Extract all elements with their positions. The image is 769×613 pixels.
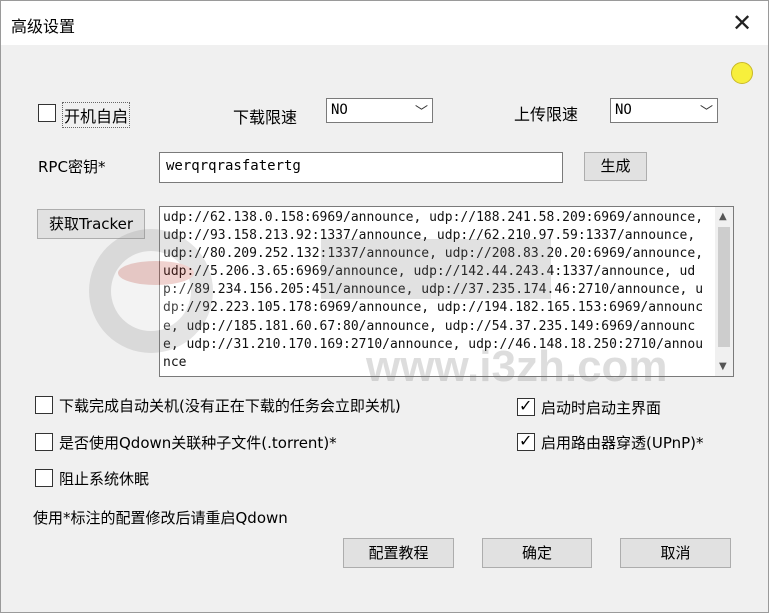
- cancel-button[interactable]: 取消: [620, 538, 731, 568]
- download-limit-value: NO: [331, 102, 348, 118]
- generate-button[interactable]: 生成: [584, 152, 647, 181]
- tutorial-button[interactable]: 配置教程: [343, 538, 454, 568]
- scroll-down-icon[interactable]: ▼: [719, 361, 727, 372]
- ok-button[interactable]: 确定: [482, 538, 592, 568]
- auto-shutdown-checkbox[interactable]: [35, 396, 53, 414]
- tracker-scrollbar[interactable]: ▲ ▼: [715, 207, 733, 376]
- window-title: 高级设置: [11, 17, 76, 36]
- fetch-tracker-button[interactable]: 获取Tracker: [37, 209, 145, 239]
- upload-limit-value: NO: [615, 102, 632, 118]
- close-icon[interactable]: ✕: [727, 9, 757, 39]
- download-limit-label: 下载限速: [233, 108, 298, 127]
- download-limit-select[interactable]: NO ﹀: [326, 98, 433, 123]
- rpc-key-label: RPC密钥*: [38, 158, 106, 176]
- show-main-label: 启动时启动主界面: [541, 399, 662, 417]
- rpc-key-input[interactable]: werqrqrasfatertg: [159, 152, 563, 183]
- title-bar: 高级设置 ✕: [1, 1, 768, 45]
- tracker-textarea[interactable]: udp://62.138.0.158:6969/announce, udp://…: [159, 206, 734, 377]
- chevron-down-icon: ﹀: [699, 105, 713, 120]
- startup-label: 开机自启: [62, 102, 131, 128]
- restart-note: 使用*标注的配置修改后请重启Qdown: [33, 509, 288, 527]
- associate-torrent-label: 是否使用Qdown关联种子文件(.torrent)*: [59, 434, 337, 452]
- prevent-sleep-label: 阻止系统休眠: [59, 470, 150, 488]
- tracker-list-text: udp://62.138.0.158:6969/announce, udp://…: [163, 210, 704, 370]
- scrollbar-thumb[interactable]: [718, 227, 730, 347]
- chevron-down-icon: ﹀: [414, 105, 428, 120]
- advanced-settings-dialog: 高级设置 ✕ 开机自启 下载限速 NO ﹀ 上传限速 NO ﹀ RPC密钥* w…: [0, 0, 769, 613]
- upnp-label: 启用路由器穿透(UPnP)*: [541, 434, 704, 452]
- associate-torrent-checkbox[interactable]: [35, 433, 53, 451]
- status-dot-icon: [731, 62, 753, 84]
- startup-checkbox[interactable]: [38, 104, 56, 122]
- upload-limit-select[interactable]: NO ﹀: [610, 98, 718, 123]
- upload-limit-label: 上传限速: [514, 105, 579, 124]
- upnp-checkbox[interactable]: [517, 431, 535, 451]
- auto-shutdown-label: 下载完成自动关机(没有正在下载的任务会立即关机): [59, 397, 401, 415]
- scroll-up-icon[interactable]: ▲: [719, 211, 727, 222]
- prevent-sleep-checkbox[interactable]: [35, 469, 53, 487]
- show-main-checkbox[interactable]: [517, 396, 535, 416]
